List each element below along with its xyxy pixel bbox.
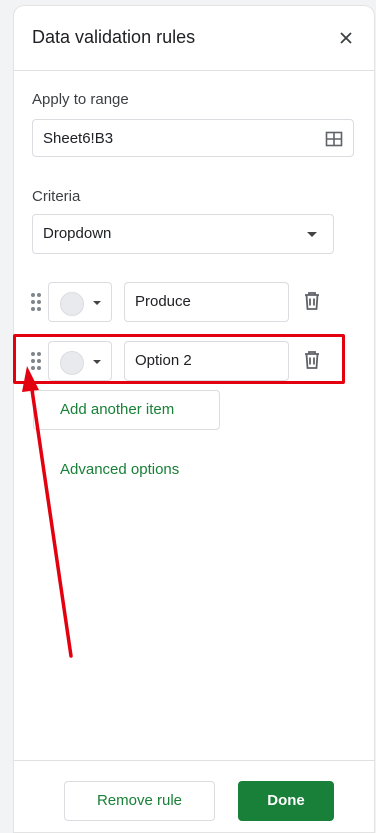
item-color-picker[interactable] (48, 282, 112, 322)
dropdown-item-row: Option 2 (14, 340, 374, 382)
grid-select-icon[interactable] (325, 130, 343, 148)
panel-footer: Remove rule Done (14, 760, 374, 833)
chevron-down-icon (93, 360, 101, 364)
trash-icon[interactable] (301, 349, 323, 371)
drag-handle-icon[interactable] (31, 352, 43, 370)
chevron-down-icon (307, 232, 317, 237)
remove-rule-button[interactable]: Remove rule (64, 781, 215, 821)
panel-title: Data validation rules (32, 27, 196, 47)
range-input[interactable]: Sheet6!B3 (32, 119, 354, 157)
done-button[interactable]: Done (238, 781, 334, 821)
criteria-selected: Dropdown (43, 225, 112, 242)
color-swatch (60, 292, 84, 316)
drag-handle-icon[interactable] (31, 293, 43, 311)
dropdown-item-row: Produce (14, 281, 374, 323)
close-icon[interactable] (332, 24, 360, 52)
criteria-dropdown[interactable]: Dropdown (32, 214, 334, 254)
chevron-down-icon (93, 301, 101, 305)
range-value: Sheet6!B3 (43, 130, 114, 147)
apply-range-label: Apply to range (32, 91, 129, 108)
criteria-label: Criteria (32, 188, 81, 205)
add-another-item-button[interactable]: Add another item (33, 390, 220, 430)
item-color-picker[interactable] (48, 341, 112, 381)
item-value-input[interactable]: Produce (124, 282, 289, 322)
color-swatch (60, 351, 84, 375)
item-value-input[interactable]: Option 2 (124, 341, 289, 381)
trash-icon[interactable] (301, 290, 323, 312)
panel-header: Data validation rules (14, 6, 374, 71)
advanced-options-link[interactable]: Advanced options (60, 461, 179, 478)
data-validation-panel: Data validation rules Apply to range She… (14, 6, 374, 832)
